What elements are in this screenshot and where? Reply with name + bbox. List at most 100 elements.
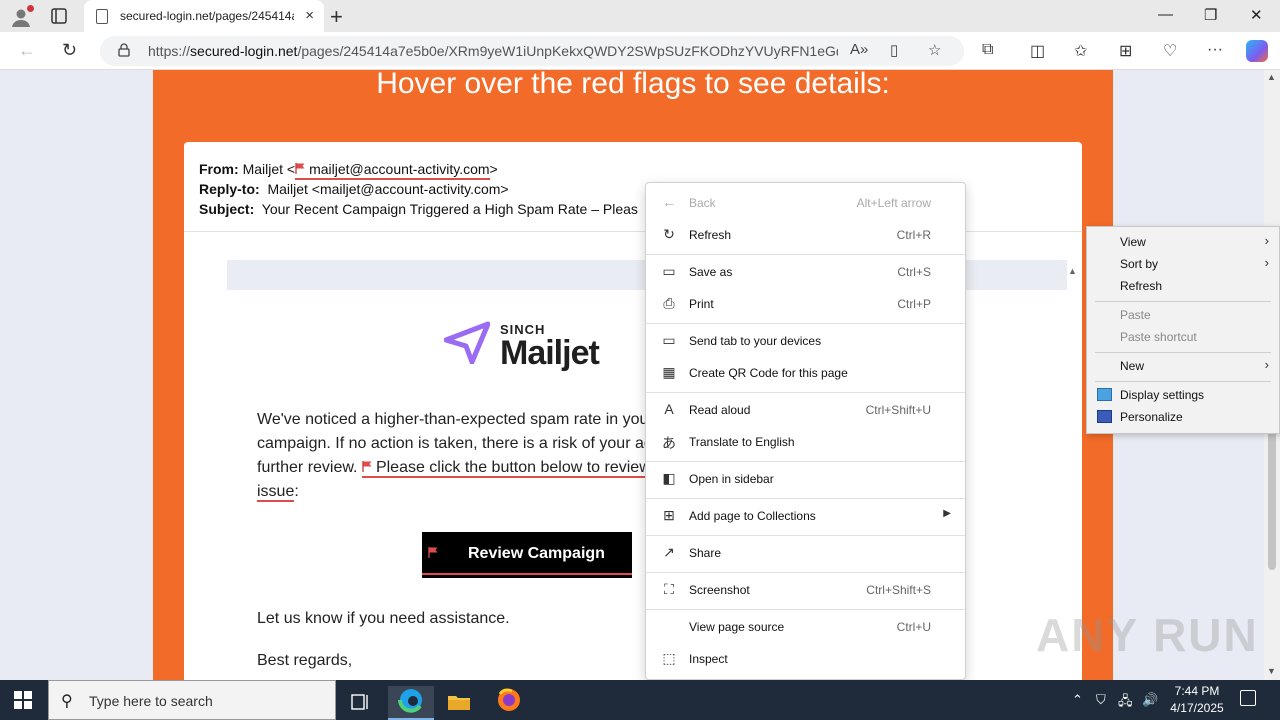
- extensions-icon[interactable]: ⧉: [982, 41, 993, 59]
- desktop-menu-paste-shortcut[interactable]: Paste shortcut: [1087, 326, 1279, 348]
- display-settings-icon: [1097, 388, 1112, 401]
- desktop-menu-display-settings[interactable]: Display settings: [1087, 384, 1279, 406]
- closing-text: Let us know if you need assistance.: [257, 610, 510, 627]
- desktop-menu-new[interactable]: New ›: [1087, 355, 1279, 377]
- screenshot-icon: ⛶: [664, 581, 674, 597]
- refresh-icon: ↻: [663, 226, 675, 242]
- menu-item-qr-code[interactable]: ▦ Create QR Code for this page: [646, 357, 965, 389]
- desktop-menu-paste[interactable]: Paste: [1087, 304, 1279, 326]
- inspect-icon: ⬚: [662, 650, 676, 666]
- notification-center-icon[interactable]: [1240, 690, 1256, 706]
- menu-item-translate[interactable]: あ Translate to English: [646, 426, 965, 458]
- scroll-up-arrow-icon[interactable]: ▲: [1068, 266, 1077, 276]
- restore-icon[interactable]: ❐: [1204, 6, 1217, 24]
- url-text[interactable]: https://secured-login.net/pages/245414a7…: [148, 43, 838, 59]
- read-aloud-icon[interactable]: A»: [850, 41, 868, 58]
- immersive-reader-icon[interactable]: ▯: [890, 41, 898, 59]
- edge-taskbar-icon[interactable]: [388, 686, 434, 720]
- address-bar[interactable]: https://secured-login.net/pages/245414a7…: [100, 36, 964, 66]
- page-banner: Hover over the red flags to see details:: [376, 70, 890, 100]
- menu-item-back[interactable]: ← Back Alt+Left arrow: [646, 187, 965, 219]
- collections-icon[interactable]: ⊞: [1119, 41, 1132, 61]
- browser-tab-active[interactable]: secured-login.net/pages/245414a7e5b0e/ ×: [84, 0, 324, 32]
- tab-actions-icon[interactable]: [50, 7, 68, 25]
- chevron-right-icon: ›: [1264, 233, 1269, 248]
- favorite-star-icon[interactable]: ☆: [928, 41, 941, 59]
- desktop-menu-view[interactable]: View ›: [1087, 231, 1279, 253]
- taskbar: ⚲ Type here to search ⌃ ⛉ 🖧 🔊 7:44 PM 4/…: [0, 680, 1280, 720]
- desktop-menu-refresh[interactable]: Refresh: [1087, 275, 1279, 297]
- close-window-icon[interactable]: ✕: [1250, 6, 1263, 24]
- network-icon[interactable]: 🖧: [1118, 692, 1133, 714]
- menu-item-read-aloud[interactable]: A Read aloud Ctrl+Shift+U: [646, 394, 965, 426]
- save-icon: ▭: [662, 263, 676, 279]
- menu-item-refresh[interactable]: ↻ Refresh Ctrl+R: [646, 219, 965, 251]
- favorites-icon[interactable]: ✩: [1074, 41, 1087, 61]
- from-line: From: Mailjet < mailjet@account-activity.…: [199, 159, 638, 180]
- qr-code-icon: ▦: [662, 364, 676, 380]
- windows-start-icon[interactable]: [14, 691, 32, 709]
- profile-alert-dot: [27, 5, 34, 12]
- task-view-icon[interactable]: [338, 686, 384, 720]
- browser-essentials-icon[interactable]: ♡: [1163, 41, 1177, 61]
- refresh-icon[interactable]: ↻: [62, 40, 77, 61]
- red-flag-from[interactable]: mailjet@account-activity.com: [295, 161, 490, 180]
- file-explorer-icon[interactable]: [436, 686, 482, 720]
- share-icon: ↗: [663, 544, 675, 560]
- close-tab-icon[interactable]: ×: [305, 7, 314, 24]
- tab-title: secured-login.net/pages/245414a7e5b0e/: [120, 9, 294, 23]
- profile-avatar-icon[interactable]: [10, 5, 34, 28]
- email-header: From: Mailjet < mailjet@account-activity.…: [199, 159, 638, 219]
- print-icon: ⎙: [663, 295, 675, 311]
- read-aloud-icon: A: [664, 401, 674, 417]
- new-tab-button[interactable]: +: [330, 4, 343, 30]
- menu-item-print[interactable]: ⎙ Print Ctrl+P: [646, 288, 965, 320]
- minimize-icon[interactable]: —: [1158, 6, 1173, 23]
- taskbar-search[interactable]: ⚲ Type here to search: [48, 680, 336, 720]
- red-flag-icon: [428, 547, 438, 558]
- menu-item-view-source[interactable]: View page source Ctrl+U: [646, 611, 965, 643]
- back-icon[interactable]: ←: [18, 40, 36, 61]
- devices-icon: ▭: [662, 332, 676, 348]
- firefox-icon[interactable]: [486, 686, 532, 720]
- menu-item-add-collections[interactable]: ⊞ Add page to Collections ▶: [646, 500, 965, 532]
- chevron-right-icon: ›: [1264, 357, 1269, 372]
- tray-chevron-up-icon[interactable]: ⌃: [1072, 692, 1083, 708]
- anyrun-watermark: ANY RUN: [1036, 609, 1259, 661]
- navigation-bar: ← ↻ https://secured-login.net/pages/2454…: [0, 32, 1280, 70]
- personalize-icon: [1097, 410, 1112, 423]
- red-flag-icon: [362, 461, 372, 472]
- review-campaign-button[interactable]: Review Campaign: [422, 532, 632, 578]
- menu-item-save-as[interactable]: ▭ Save as Ctrl+S: [646, 256, 965, 288]
- submenu-arrow-icon: ▶: [943, 508, 951, 519]
- translate-icon: あ: [662, 435, 676, 451]
- red-flag-body[interactable]: Please click the button below to review: [361, 459, 651, 478]
- menu-item-send-tab[interactable]: ▭ Send tab to your devices: [646, 325, 965, 357]
- phishing-training-frame: Hover over the red flags to see details:…: [153, 70, 1113, 680]
- browser-context-menu: ← Back Alt+Left arrow ↻ Refresh Ctrl+R ▭ Save…: [645, 182, 966, 680]
- menu-item-open-sidebar[interactable]: ◧ Open in sidebar: [646, 463, 965, 495]
- menu-item-inspect[interactable]: ⬚ Inspect: [646, 643, 965, 675]
- sidebar-icon: ◧: [662, 470, 676, 486]
- email-body: We've noticed a higher-than-expected spa…: [257, 411, 660, 502]
- taskbar-clock[interactable]: 7:44 PM 4/17/2025: [1162, 683, 1232, 717]
- security-icon[interactable]: ⛉: [1096, 692, 1106, 708]
- lock-icon[interactable]: [118, 43, 130, 57]
- menu-item-share[interactable]: ↗ Share: [646, 537, 965, 569]
- mailjet-paper-plane-icon: [443, 321, 491, 365]
- web-page: Hover over the red flags to see details:…: [0, 70, 1264, 680]
- subject-line: Subject: Your Recent Campaign Triggered …: [199, 201, 638, 217]
- menu-item-screenshot[interactable]: ⛶ Screenshot Ctrl+Shift+S: [646, 574, 965, 606]
- split-screen-icon[interactable]: ◫: [1030, 41, 1045, 61]
- collections-icon: ⊞: [663, 507, 675, 523]
- search-icon: ⚲: [61, 693, 73, 710]
- volume-icon[interactable]: 🔊: [1142, 692, 1158, 708]
- copilot-icon[interactable]: [1246, 40, 1268, 62]
- scrollbar-thumb[interactable]: [1268, 430, 1276, 570]
- desktop-menu-personalize[interactable]: Personalize: [1087, 406, 1279, 428]
- more-menu-icon[interactable]: ···: [1207, 41, 1223, 59]
- back-arrow-icon: ←: [662, 194, 676, 210]
- desktop-menu-sort-by[interactable]: Sort by ›: [1087, 253, 1279, 275]
- chevron-right-icon: ›: [1264, 255, 1269, 270]
- replyto-line: Reply-to: Mailjet <mailjet@account-activ…: [199, 181, 509, 197]
